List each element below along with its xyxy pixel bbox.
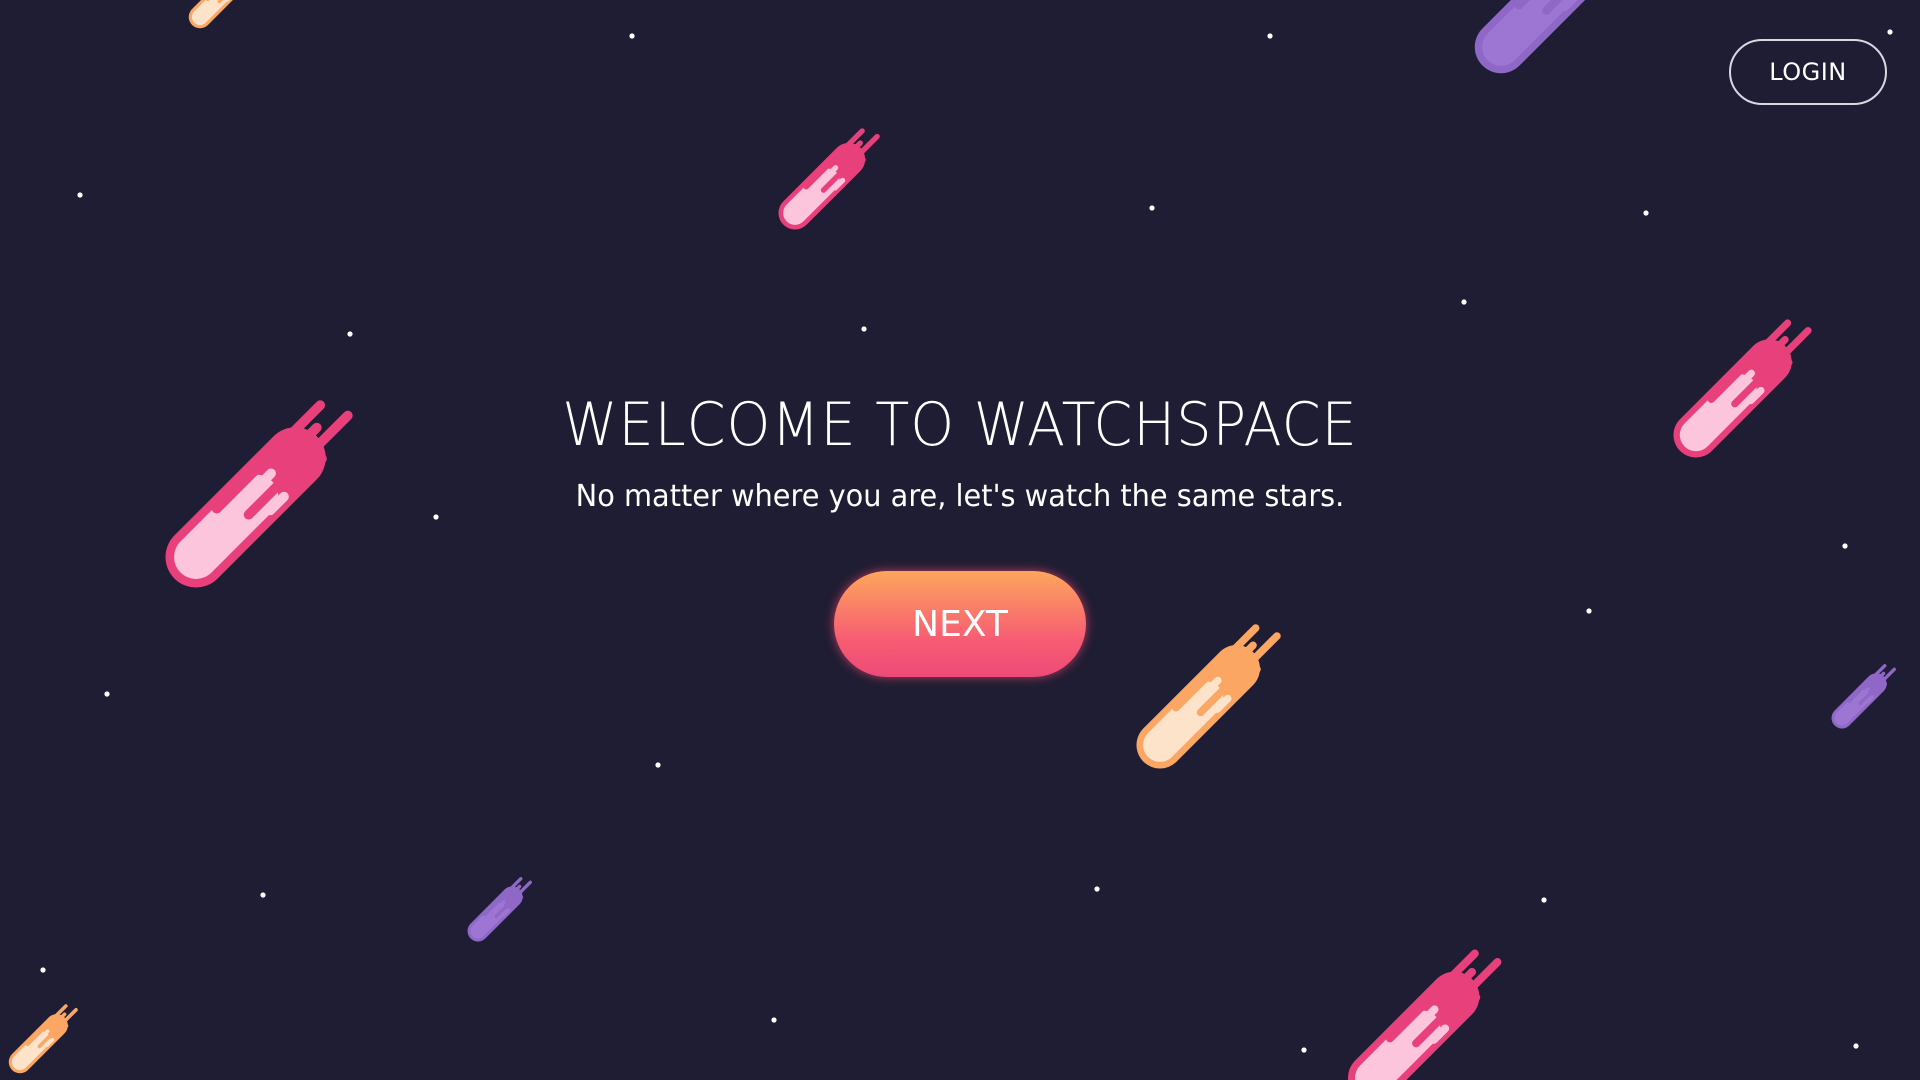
star-dot-icon	[1461, 299, 1467, 305]
purple-meteor-icon	[467, 877, 532, 942]
meteors-layer	[8, 0, 1896, 1080]
star-dot-icon	[1301, 1047, 1307, 1053]
star-dot-icon	[1094, 886, 1100, 892]
next-button[interactable]: NEXT	[834, 571, 1086, 677]
star-dot-icon	[1853, 1043, 1859, 1049]
pink-meteor-icon	[778, 128, 880, 230]
star-dot-icon	[1643, 210, 1649, 216]
star-dot-icon	[629, 33, 635, 39]
pink-meteor-icon	[165, 400, 353, 588]
star-dot-icon	[655, 762, 661, 768]
orange-meteor-icon	[188, 0, 258, 29]
star-dot-icon	[77, 192, 83, 198]
star-dot-icon	[104, 691, 110, 697]
welcome-screen: LOGIN WELCOME TO WATCHSPACE No matter wh…	[0, 0, 1920, 1080]
login-button[interactable]: LOGIN	[1729, 39, 1887, 105]
star-dot-icon	[1842, 543, 1848, 549]
stars-layer	[40, 29, 1893, 1053]
star-dot-icon	[861, 326, 867, 332]
star-dot-icon	[1267, 33, 1273, 39]
star-dot-icon	[347, 331, 353, 337]
star-dot-icon	[1149, 205, 1155, 211]
star-dot-icon	[433, 514, 439, 520]
orange-meteor-icon	[8, 1004, 78, 1074]
star-dot-icon	[1541, 897, 1547, 903]
orange-meteor-icon	[1136, 624, 1281, 769]
space-background	[8, 0, 1896, 1080]
purple-meteor-icon	[1831, 664, 1896, 729]
star-dot-icon	[1887, 29, 1893, 35]
star-dot-icon	[40, 967, 46, 973]
star-dot-icon	[771, 1017, 777, 1023]
star-dot-icon	[1586, 608, 1592, 614]
purple-meteor-icon	[1474, 0, 1636, 74]
pink-meteor-icon	[1673, 319, 1812, 458]
star-dot-icon	[260, 892, 266, 898]
pink-meteor-icon	[1348, 949, 1502, 1080]
